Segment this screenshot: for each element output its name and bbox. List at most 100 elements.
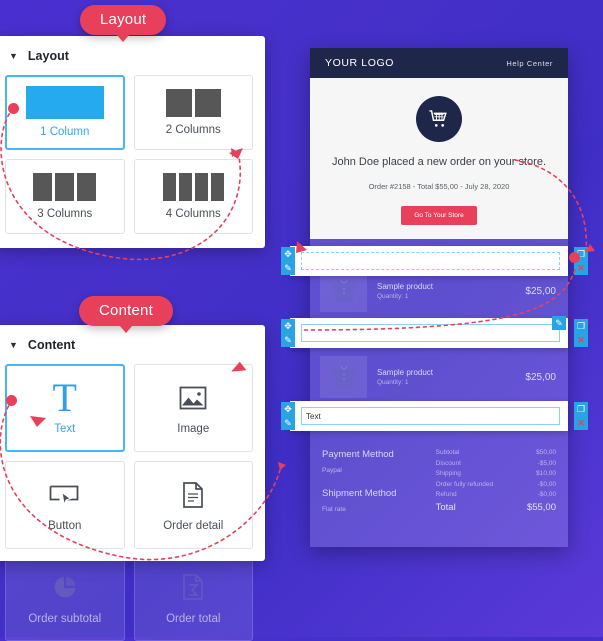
shipment-method-title: Shipment Method	[322, 488, 397, 499]
edit-handle-icon[interactable]: ✎	[552, 316, 566, 330]
screen-root: YOUR LOGO Help Center John Doe placed a …	[0, 0, 603, 641]
product-price: $25,00	[525, 285, 556, 297]
two-columns-icon	[165, 88, 221, 117]
layout-tile-3-columns[interactable]: 3 Columns	[5, 159, 125, 234]
product-quantity: Quantity: 1	[377, 379, 409, 386]
summary-label: Refund	[435, 491, 457, 498]
chevron-down-icon[interactable]: ▼	[9, 340, 18, 350]
total-label: Total	[435, 501, 456, 513]
content-tile-label: Order detail	[163, 520, 224, 533]
four-columns-icon	[162, 172, 224, 201]
content-panel-header[interactable]: ▼ Content	[5, 333, 253, 364]
duplicate-handle-icon[interactable]: ❐	[574, 319, 588, 333]
delete-handle-icon[interactable]: ✕	[574, 333, 588, 347]
move-handle-icon[interactable]: ✥	[281, 319, 295, 333]
summary-value: -$0,00	[537, 491, 556, 498]
content-tile-button[interactable]: Button	[5, 461, 125, 549]
summary-total-line: Total $55,00	[436, 502, 556, 513]
content-panel: ▼ Content T Text Image Button Order deta…	[0, 325, 265, 561]
edit-row-3[interactable]: Text ✥ ✎ ❐ ✕	[281, 401, 588, 431]
summary-value: -$0,00	[537, 480, 556, 488]
content-tile-image[interactable]: Image	[133, 364, 253, 452]
summary-value: $10,00	[536, 470, 556, 477]
help-center-link[interactable]: Help Center	[506, 59, 553, 68]
edit-handle-icon[interactable]: ✎	[281, 416, 295, 430]
product-image-icon	[320, 356, 367, 398]
delete-handle-icon[interactable]: ✕	[574, 416, 588, 430]
methods-column: Payment Method Paypal Shipment Method Fl…	[322, 449, 430, 527]
email-logo: YOUR LOGO	[325, 57, 394, 69]
delete-handle-icon[interactable]: ✕	[574, 261, 588, 275]
total-value: $55,00	[526, 501, 556, 513]
duplicate-handle-icon[interactable]: ❐	[574, 402, 588, 416]
image-icon	[179, 380, 207, 416]
move-handle-icon[interactable]: ✥	[281, 247, 295, 261]
product-image-icon	[320, 270, 367, 312]
edit-handle-icon[interactable]: ✎	[281, 333, 295, 347]
content-tile-label: Text	[54, 423, 76, 436]
anchor-dot	[569, 252, 580, 263]
payment-method-value: Paypal	[322, 467, 342, 474]
content-callout-pill: Content	[79, 296, 173, 333]
button-icon	[49, 477, 81, 513]
email-order-line: Order #2158 - Total $55,00 - July 28, 20…	[368, 182, 510, 191]
document-icon	[181, 477, 205, 513]
edit-row-1[interactable]: ✥ ✎ ❐ ✕	[281, 246, 588, 276]
anchor-dot	[8, 103, 19, 114]
content-tile-label: Order subtotal	[28, 613, 102, 625]
text-block-input-2[interactable]	[301, 324, 560, 342]
product-quantity: Quantity: 1	[377, 293, 409, 300]
product-name: Sample product	[377, 282, 434, 291]
sigma-document-icon	[181, 569, 205, 605]
text-block-input-1[interactable]	[301, 252, 560, 270]
email-header: YOUR LOGO Help Center	[310, 48, 568, 78]
summary-value: -$5,00	[537, 459, 556, 467]
summary-line: Subtotal $50,00	[436, 449, 556, 456]
layout-tile-1-column[interactable]: 1 Column	[5, 75, 125, 150]
layout-panel-title: Layout	[27, 49, 69, 63]
one-column-icon	[25, 86, 104, 120]
content-tile-order-detail[interactable]: Order detail	[133, 461, 253, 549]
layout-tile-label: 4 Columns	[165, 207, 221, 220]
anchor-dot	[6, 395, 17, 406]
email-preview: YOUR LOGO Help Center John Doe placed a …	[310, 48, 568, 547]
text-block-input-3[interactable]: Text	[301, 407, 560, 425]
shopping-cart-icon	[416, 96, 462, 142]
summary-label: Shipping	[435, 470, 461, 477]
layout-callout-pill: Layout	[80, 5, 167, 42]
text-t-icon: T	[52, 375, 77, 421]
content-tile-order-total: Order total	[133, 553, 253, 641]
edit-row-2[interactable]: ✥ ✎ ✎ ❐ ✕	[281, 316, 588, 348]
layout-panel-header[interactable]: ▼ Layout	[5, 44, 253, 75]
product-name: Sample product	[377, 368, 434, 377]
summary-label: Order fully refunded	[435, 480, 494, 488]
content-tile-grid: T Text Image Button Order detail	[5, 364, 253, 549]
content-tile-text[interactable]: T Text	[5, 364, 125, 452]
layout-tile-grid: 1 Column 2 Columns 3 Columns 4 Columns	[5, 75, 253, 234]
content-tile-label: Order total	[166, 613, 221, 625]
edit-handle-icon[interactable]: ✎	[281, 261, 295, 275]
layout-tile-4-columns[interactable]: 4 Columns	[133, 159, 253, 234]
summary-value: $50,00	[536, 449, 556, 456]
summary-line: Refund -$0,00	[436, 491, 556, 498]
layout-tile-label: 2 Columns	[165, 123, 221, 136]
layout-tile-2-columns[interactable]: 2 Columns	[133, 75, 253, 150]
content-disabled-row: Order subtotal Order total	[0, 553, 265, 641]
summary-line: Shipping $10,00	[436, 470, 556, 477]
summary-line: Discount -$5,00	[436, 460, 556, 467]
content-tile-order-subtotal: Order subtotal	[5, 553, 125, 641]
summary-label: Subtotal	[435, 449, 460, 456]
email-products-section: Sample product Quantity: 1 $25,00 Sample…	[310, 239, 568, 547]
shipment-method-value: Flat rate	[322, 506, 346, 513]
content-tile-label: Image	[177, 423, 210, 436]
content-panel-title: Content	[27, 338, 76, 352]
move-handle-icon[interactable]: ✥	[281, 402, 295, 416]
three-columns-icon	[33, 172, 97, 201]
layout-panel: ▼ Layout 1 Column 2 Columns 3 Columns 4 …	[0, 36, 265, 248]
product-row: Sample product Quantity: 1 $25,00	[310, 347, 568, 407]
email-hero: John Doe placed a new order on your stor…	[310, 78, 568, 239]
totals-column: Subtotal $50,00 Discount -$5,00 Shipping…	[436, 449, 556, 527]
chevron-down-icon[interactable]: ▼	[9, 51, 18, 61]
go-to-store-button[interactable]: Go To Your Store	[401, 206, 477, 225]
pie-chart-icon	[52, 569, 78, 605]
